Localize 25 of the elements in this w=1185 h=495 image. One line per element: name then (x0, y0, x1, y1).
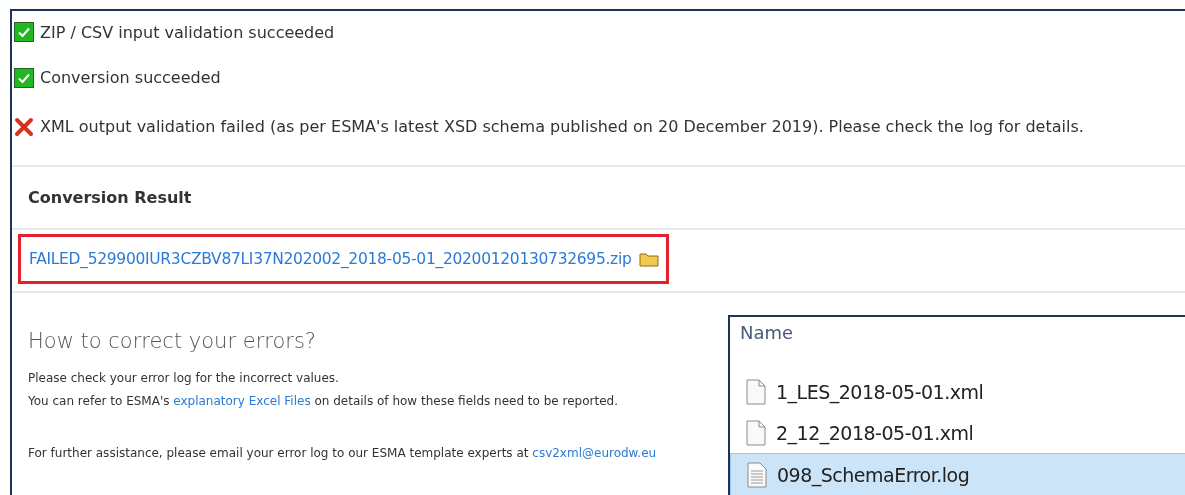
help-text: Please check your error log for the incorrect values. (28, 370, 339, 387)
file-icon (746, 378, 766, 405)
email-link[interactable]: csv2xml@eurodw.eu (532, 446, 657, 460)
folder-icon[interactable] (639, 251, 660, 267)
file-row[interactable]: 2_12_2018-05-01.xml (730, 412, 1185, 453)
check-icon (14, 67, 34, 88)
file-name: 098_SchemaError.log (777, 463, 970, 486)
text-file-icon (747, 461, 767, 488)
section-heading: Conversion Result (28, 188, 192, 207)
excel-files-link[interactable]: explanatory Excel Files (173, 394, 311, 408)
file-link[interactable]: FAILED_529900IUR3CZBV87LI37N202002_2018-05-01_20200120130732695.zip (29, 250, 632, 268)
file-name: 2_12_2018-05-01.xml (776, 421, 974, 444)
file-name: 1_LES_2018-05-01.xml (776, 380, 984, 403)
name-column-header[interactable]: Name (730, 317, 1185, 357)
help-text: For further assistance, please email your error log to our ESMA template experts at csv2xml@eurodw.eu (28, 445, 657, 462)
file-row[interactable]: 1_LES_2018-05-01.xml (730, 371, 1185, 412)
status-text: XML output validation failed (as per ESMA's latest XSD schema published on 20 December 2019). Please check the log for details. (40, 117, 1084, 136)
help-heading: How to correct your errors? (28, 329, 316, 353)
help-text: You can refer to ESMA's explanatory Excel Files on details of how these fields need to be reported. (28, 393, 618, 410)
status-text: ZIP / CSV input validation succeeded (40, 22, 335, 42)
status-text: Conversion succeeded (40, 68, 221, 87)
file-icon (746, 419, 766, 446)
check-icon (14, 22, 34, 42)
cross-icon (14, 116, 34, 137)
file-row[interactable]: 098_SchemaError.log (730, 453, 1185, 495)
